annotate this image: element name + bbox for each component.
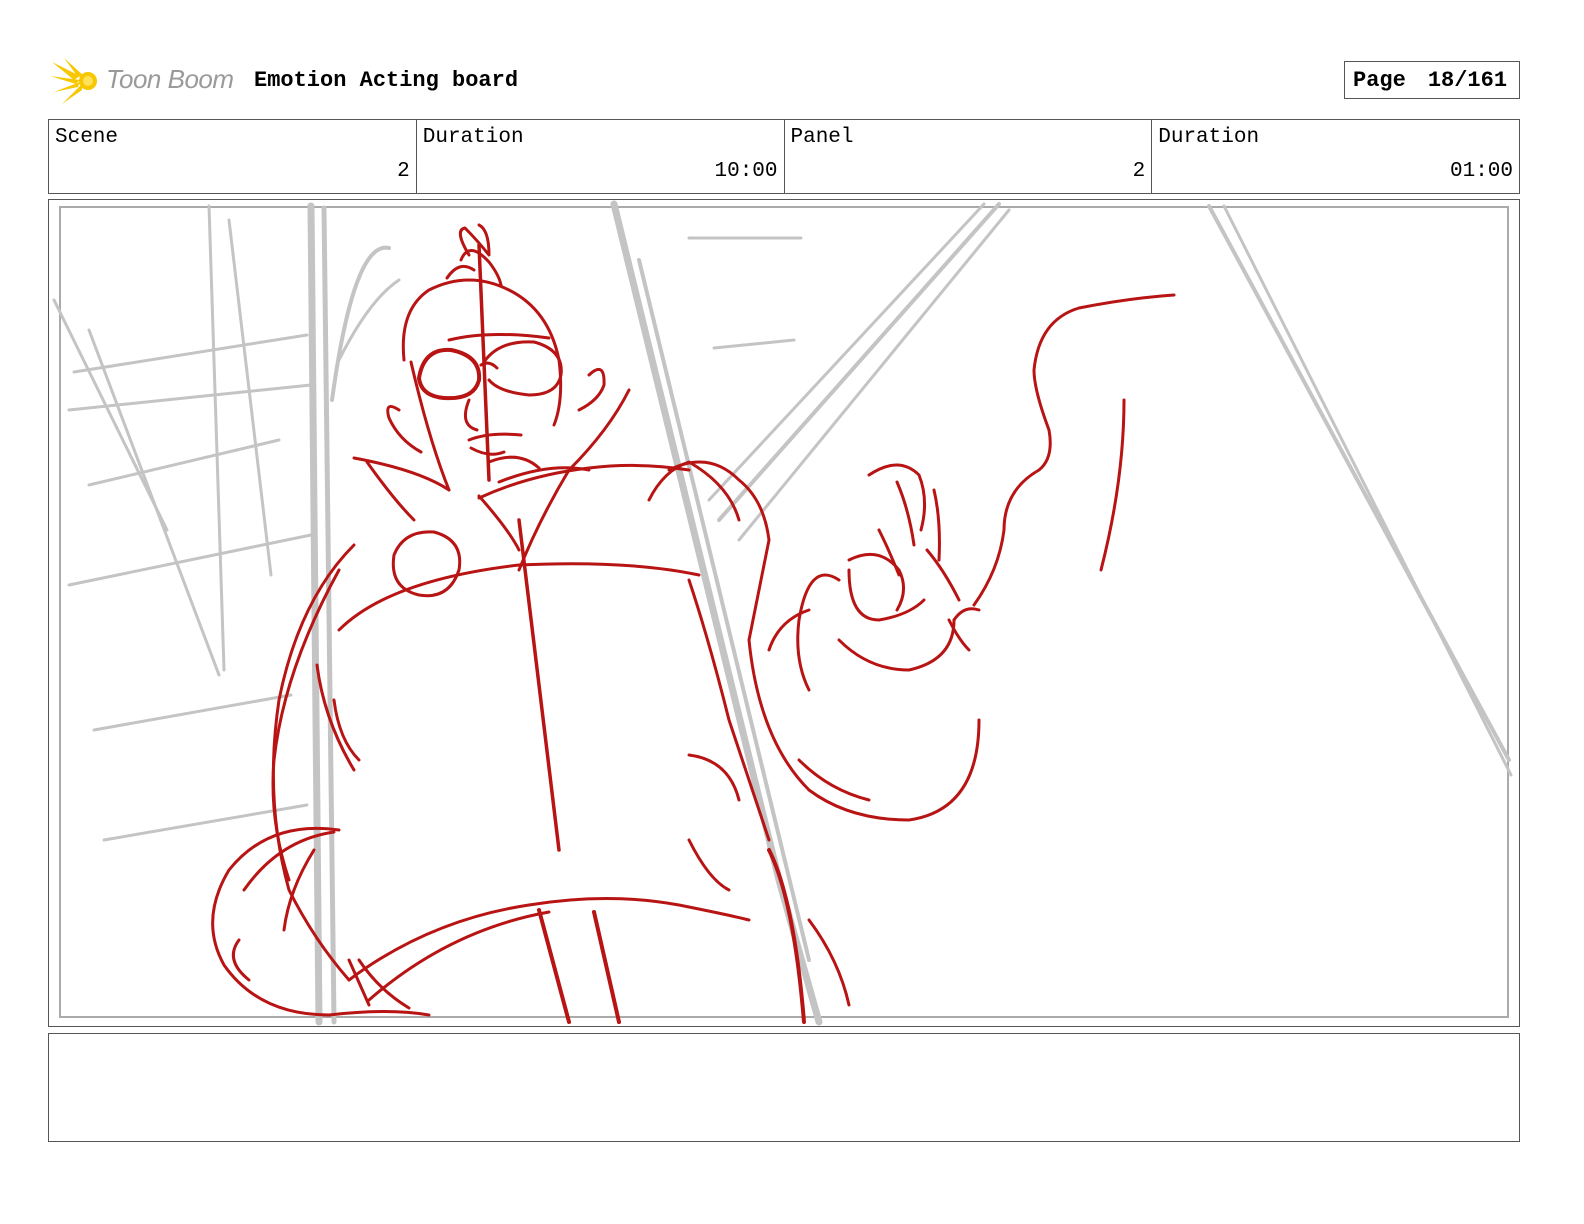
starburst-icon [50, 58, 97, 104]
page-indicator: Page 18/161 [1344, 61, 1520, 99]
logo-text: Toon Boom [106, 64, 234, 94]
scene-duration-value: 10:00 [714, 160, 778, 183]
panel-duration-value: 01:00 [1449, 160, 1513, 183]
page-number: 18/161 [1427, 67, 1508, 93]
storyboard-panel-frame [48, 199, 1520, 1027]
scene-value: 2 [397, 160, 410, 183]
page-header: Toon Boom Emotion Acting board Page 18/16… [48, 56, 1520, 106]
page-label: Page [1353, 67, 1406, 93]
scene-label: Scene [55, 126, 119, 149]
panel-label: Panel [790, 126, 854, 149]
scene-duration-cell: Duration 10:00 [417, 120, 785, 193]
background-sketch [52, 200, 1513, 1026]
character-sketch [211, 223, 1176, 1024]
board-title: Emotion Acting board [254, 68, 519, 93]
panel-notes-area[interactable] [48, 1033, 1520, 1142]
scene-duration-label: Duration [422, 126, 524, 149]
panel-cell: Panel 2 [785, 120, 1153, 193]
panel-duration-cell: Duration 01:00 [1152, 120, 1519, 193]
toon-boom-logo: Toon Boom [50, 56, 250, 106]
scene-info-row: Scene 2 Duration 10:00 Panel 2 Duration … [48, 119, 1520, 194]
panel-duration-label: Duration [1158, 126, 1260, 149]
scene-cell: Scene 2 [49, 120, 417, 193]
panel-sketch [52, 200, 1513, 1026]
panel-value: 2 [1132, 160, 1146, 183]
